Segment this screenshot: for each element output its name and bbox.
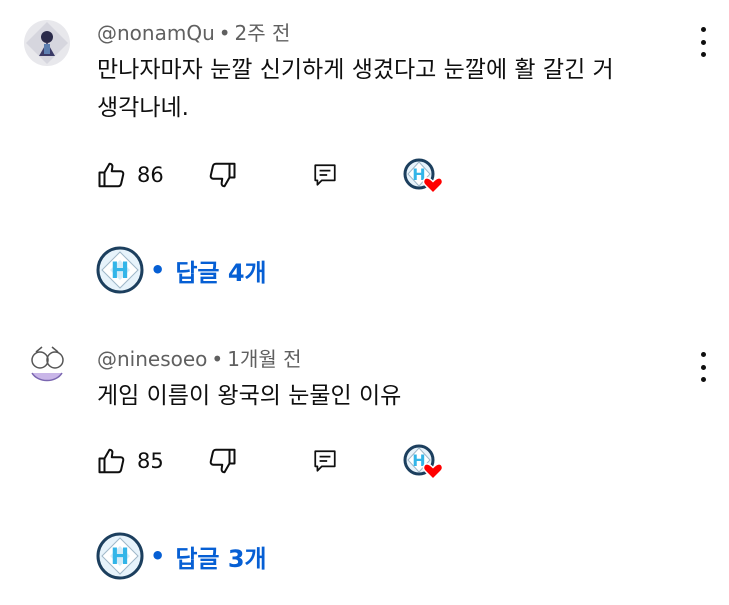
- dislike-button[interactable]: [207, 443, 237, 479]
- more-dot: [700, 352, 706, 357]
- reply-button[interactable]: [312, 157, 338, 193]
- reply-comment-icon: [314, 450, 336, 472]
- creator-avatar-icon: H: [96, 246, 144, 294]
- view-replies-button[interactable]: H • 답글 3개: [96, 531, 267, 581]
- meta-separator: •: [218, 21, 231, 45]
- creator-heart-badge: H: [403, 443, 444, 481]
- comment-text-line: 게임 이름이 왕국의 눈물인 이유: [97, 383, 402, 409]
- replies-dot: •: [150, 256, 166, 284]
- like-count: 85: [137, 449, 164, 473]
- comment-username[interactable]: @ninesoeo: [97, 347, 207, 371]
- reply-comment-icon: [314, 164, 336, 186]
- dislike-button[interactable]: [207, 157, 237, 193]
- thumbs-up-icon: [98, 448, 125, 474]
- comment-actions: 85 H: [97, 443, 497, 481]
- like-count: 86: [137, 163, 164, 187]
- anime-character-avatar-icon: [24, 20, 70, 66]
- thumbs-down-icon: [209, 448, 236, 474]
- like-button[interactable]: 85: [97, 443, 164, 479]
- like-button[interactable]: 86: [97, 157, 164, 193]
- creator-heart-icon: H: [403, 444, 444, 481]
- more-dot: [700, 39, 706, 45]
- meta-separator: •: [211, 347, 224, 371]
- more-dot: [700, 52, 706, 57]
- svg-text:H: H: [111, 259, 129, 284]
- commenter-avatar[interactable]: [24, 20, 70, 66]
- comment-meta: @ninesoeo • 1개월 전: [97, 343, 302, 372]
- replies-label: 답글 4개: [175, 258, 267, 287]
- comment-meta: @nonamQu • 2주 전: [97, 17, 290, 46]
- comment-time[interactable]: 1개월 전: [227, 347, 301, 371]
- comment-text-line: 생각나네.: [97, 95, 189, 121]
- comment-username[interactable]: @nonamQu: [97, 21, 215, 45]
- comment-actions: 86 H: [97, 157, 497, 195]
- sketch-character-avatar-icon: [24, 343, 70, 389]
- reply-button[interactable]: [312, 443, 338, 479]
- comment-text: 만나자마자 눈깔 신기하게 생겼다고 눈깔에 활 갈긴 거 생각나네.: [97, 51, 697, 127]
- svg-text:H: H: [111, 545, 129, 570]
- replies-dot: •: [150, 542, 166, 570]
- thumbs-up-icon: [98, 162, 125, 188]
- comment-time[interactable]: 2주 전: [235, 21, 291, 45]
- thumbs-down-icon: [209, 162, 236, 188]
- comment-text: 게임 이름이 왕국의 눈물인 이유: [97, 377, 697, 415]
- creator-avatar-icon: H: [96, 532, 144, 580]
- more-options-button[interactable]: [692, 352, 714, 382]
- comment-text-line: 만나자마자 눈깔 신기하게 생겼다고 눈깔에 활 갈긴 거: [97, 57, 614, 83]
- creator-heart-badge: H: [403, 157, 444, 195]
- view-replies-button[interactable]: H • 답글 4개: [96, 245, 267, 295]
- more-dot: [700, 377, 706, 382]
- commenter-avatar[interactable]: [24, 343, 70, 389]
- more-dot: [700, 364, 706, 370]
- creator-heart-icon: H: [403, 158, 444, 195]
- replies-label: 답글 3개: [175, 544, 267, 573]
- more-options-button[interactable]: [692, 27, 714, 57]
- more-dot: [700, 27, 706, 32]
